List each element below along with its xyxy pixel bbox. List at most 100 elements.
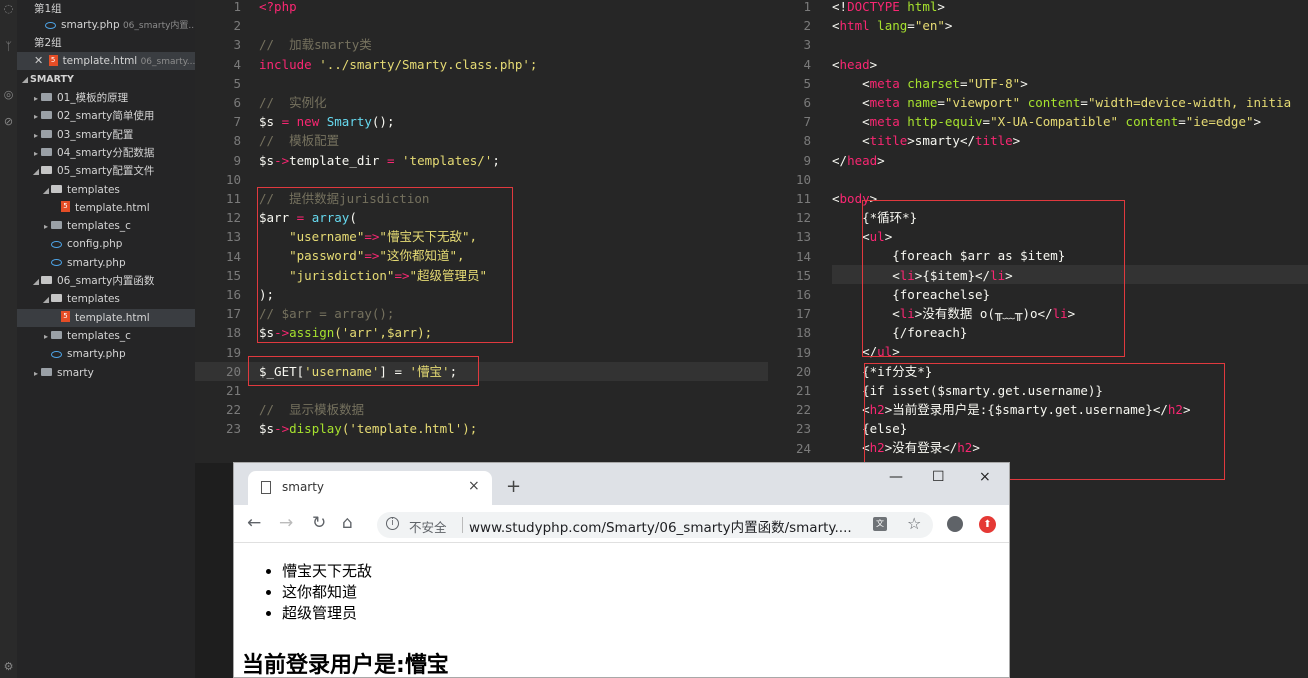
home-button[interactable]: ⌂: [342, 513, 353, 533]
code-token: </: [832, 152, 848, 168]
chevron-down-icon: ◢: [32, 277, 40, 286]
tree-folder[interactable]: ▸ templates_c: [17, 217, 195, 235]
activity-icon[interactable]: ᛉ: [0, 40, 17, 53]
code-line[interactable]: <meta http-equiv="X-UA-Compatible" conte…: [832, 112, 1291, 131]
folder-icon: [41, 276, 52, 284]
code-line[interactable]: [832, 35, 1291, 54]
code-line[interactable]: [259, 74, 537, 93]
back-button[interactable]: ←: [247, 513, 261, 533]
new-tab-button[interactable]: +: [506, 476, 521, 497]
code-line[interactable]: $s = new Smarty();: [259, 112, 537, 131]
code-line[interactable]: <html lang="en">: [832, 16, 1291, 35]
line-number: 12: [225, 210, 241, 226]
chevron-right-icon: ▸: [33, 368, 38, 378]
tree-file[interactable]: smarty.php: [17, 345, 195, 363]
code-token: DOCTYPE: [847, 0, 900, 14]
code-token: <?php: [259, 0, 297, 14]
close-icon[interactable]: ✕: [17, 54, 43, 67]
chevron-right-icon: ▸: [33, 148, 38, 158]
folder-icon: [51, 184, 62, 193]
tree-file[interactable]: config.php: [17, 235, 195, 253]
code-token: html: [899, 0, 938, 14]
code-token: head: [839, 56, 870, 72]
code-token: >: [877, 152, 885, 168]
tree-item-label: 03_smarty配置: [57, 128, 134, 141]
folder-icon: [41, 129, 52, 138]
code-token: ;: [492, 152, 500, 168]
code-line[interactable]: // 加载smarty类: [259, 35, 537, 54]
chevron-right-icon: ▸: [33, 130, 38, 140]
code-line[interactable]: include '../smarty/Smarty.class.php';: [259, 55, 537, 74]
code-line[interactable]: [832, 170, 1291, 189]
tree-folder[interactable]: ▸ smarty: [17, 364, 195, 382]
tree-folder[interactable]: ▸ templates_c: [17, 327, 195, 345]
line-number: 15: [795, 267, 811, 283]
open-file-item[interactable]: smarty.php 06_smarty内置...: [17, 16, 195, 34]
code-line[interactable]: [259, 170, 537, 189]
tree-folder[interactable]: ◢ templates: [17, 181, 195, 199]
tree-folder[interactable]: ▸ 02_smarty简单使用: [17, 107, 195, 125]
chevron-right-icon: ▸: [43, 222, 48, 232]
maximize-button[interactable]: ☐: [932, 469, 945, 485]
line-number: 8: [233, 133, 241, 149]
line-number: 22: [795, 402, 811, 418]
code-line[interactable]: $s->display('template.html');: [259, 419, 537, 438]
chevron-down-icon: ◢: [42, 185, 50, 195]
open-file-item-active[interactable]: ✕ 5 template.html 06_smarty...: [17, 52, 195, 70]
list-item: 懵宝天下无敌: [282, 561, 372, 582]
window-close-button[interactable]: ×: [979, 469, 991, 485]
tree-folder[interactable]: ▸ 03_smarty配置: [17, 126, 195, 144]
activity-icon[interactable]: ⚙: [0, 660, 17, 673]
code-line[interactable]: // 模板配置: [259, 131, 537, 150]
activity-icon[interactable]: ⊘: [0, 115, 17, 128]
project-header[interactable]: ◢ SMARTY: [17, 71, 195, 89]
code-token: "en": [914, 18, 945, 34]
code-line[interactable]: [259, 16, 537, 35]
line-number: 21: [225, 383, 241, 399]
info-icon[interactable]: i: [386, 517, 399, 530]
separator: [462, 517, 463, 533]
profile-icon[interactable]: [947, 516, 963, 532]
reload-button[interactable]: ↻: [312, 513, 326, 533]
code-line[interactable]: <!DOCTYPE html>: [832, 0, 1291, 16]
code-line[interactable]: <head>: [832, 55, 1291, 74]
code-token: =: [959, 75, 968, 91]
tab-title: smarty: [282, 480, 325, 494]
code-token: "ie=edge": [1185, 114, 1254, 130]
activity-icon[interactable]: ◌: [0, 2, 17, 15]
tree-file[interactable]: 5 template.html: [17, 308, 195, 327]
code-line[interactable]: <?php: [259, 0, 537, 16]
code-line[interactable]: // 实例化: [259, 93, 537, 112]
tree-folder[interactable]: ▸ 04_smarty分配数据: [17, 144, 195, 162]
activity-icon[interactable]: ◎: [0, 88, 17, 101]
tree-folder[interactable]: ▸ 01_模板的原理: [17, 89, 195, 107]
code-token: content: [1118, 114, 1179, 130]
code-line[interactable]: // 显示模板数据: [259, 400, 537, 419]
code-token: =: [937, 94, 945, 110]
code-line[interactable]: <meta charset="UTF-8">: [832, 74, 1291, 93]
code-line[interactable]: <title>smarty</title>: [832, 131, 1291, 150]
tree-folder[interactable]: ◢ 05_smarty配置文件: [17, 162, 195, 180]
forward-button[interactable]: →: [279, 513, 293, 533]
code-line[interactable]: <meta name="viewport" content="width=dev…: [832, 93, 1291, 112]
tree-folder[interactable]: ◢ templates: [17, 290, 195, 308]
url-text[interactable]: www.studyphp.com/Smarty/06_smarty内置函数/sm…: [469, 516, 852, 536]
browser-tab[interactable]: smarty ×: [248, 471, 492, 505]
extension-icon[interactable]: ⬆: [979, 516, 996, 533]
address-bar[interactable]: i 不安全 www.studyphp.com/Smarty/06_smarty内…: [377, 512, 933, 538]
code-line[interactable]: $s->template_dir = 'templates/';: [259, 151, 537, 170]
tree-item-label: 05_smarty配置文件: [57, 165, 155, 178]
code-token: "X-UA-Compatible": [990, 114, 1119, 130]
code-token: <: [832, 75, 870, 91]
code-line[interactable]: </head>: [832, 151, 1291, 170]
tree-file[interactable]: smarty.php: [17, 254, 195, 272]
tab-close-icon[interactable]: ×: [468, 478, 480, 494]
bookmark-star-icon[interactable]: ☆: [907, 514, 921, 533]
tree-folder[interactable]: ◢ 06_smarty内置函数: [17, 272, 195, 290]
code-token: ->: [274, 421, 290, 437]
line-number: 8: [803, 133, 811, 149]
translate-icon[interactable]: 文: [873, 517, 887, 531]
folder-icon: [51, 294, 62, 303]
tree-file[interactable]: 5 template.html: [17, 199, 195, 217]
minimize-button[interactable]: —: [889, 469, 903, 485]
